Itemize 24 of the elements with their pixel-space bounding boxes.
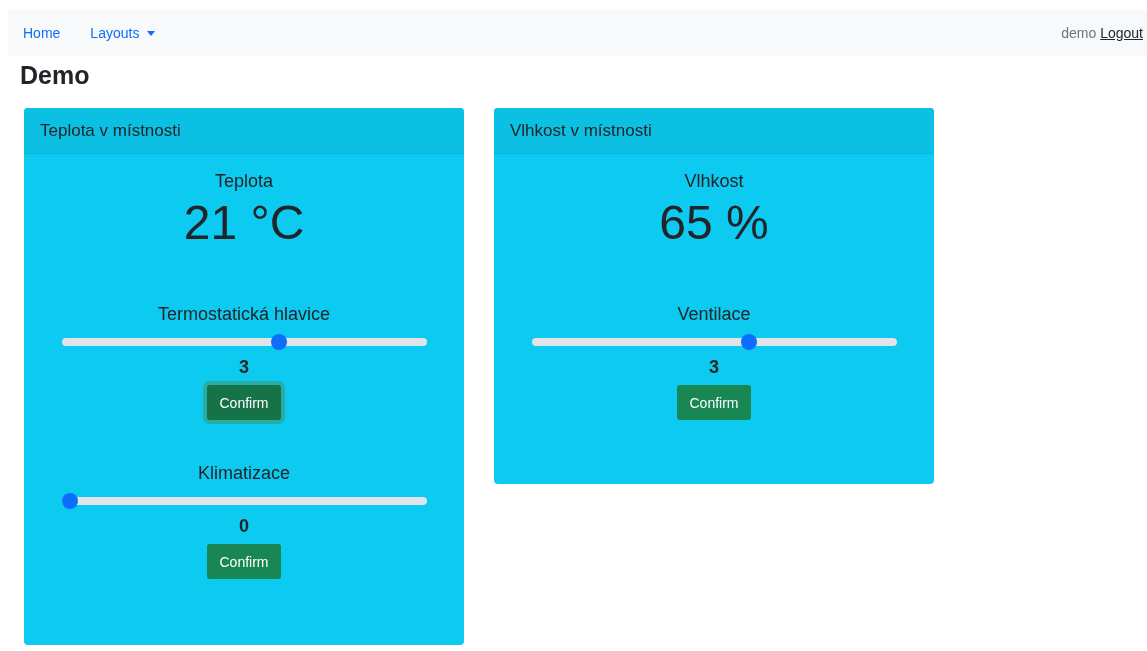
- username: demo: [1061, 25, 1097, 41]
- slider-value: 3: [709, 356, 719, 378]
- reading-value: 21 °C: [183, 195, 305, 251]
- control-label: Ventilace: [677, 303, 751, 325]
- slider-thumb[interactable]: [61, 493, 78, 509]
- page-title: Demo: [20, 60, 91, 91]
- control-label: Klimatizace: [198, 462, 290, 484]
- confirm-button[interactable]: Confirm: [207, 544, 281, 579]
- logout-link[interactable]: Logout: [1096, 25, 1147, 41]
- nav-dropdown[interactable]: Layouts: [75, 25, 171, 41]
- confirm-button[interactable]: Confirm: [677, 385, 751, 420]
- reading-label: Teplota: [214, 170, 273, 192]
- confirm-button[interactable]: Confirm: [207, 385, 281, 420]
- slider-value: 0: [239, 515, 249, 537]
- reading-label: Vlhkost: [684, 170, 744, 192]
- slider-thumb[interactable]: [270, 334, 287, 350]
- control-label: Termostatická hlavice: [157, 303, 331, 325]
- slider-thumb[interactable]: [740, 334, 757, 350]
- caret-icon: [147, 30, 156, 36]
- nav-link[interactable]: Home: [8, 25, 76, 41]
- card-header: Vlhkost v místnosti: [494, 108, 934, 154]
- reading-value: 65 %: [659, 195, 769, 251]
- card-header: Teplota v místnosti: [24, 108, 464, 154]
- slider-value: 3: [239, 356, 249, 378]
